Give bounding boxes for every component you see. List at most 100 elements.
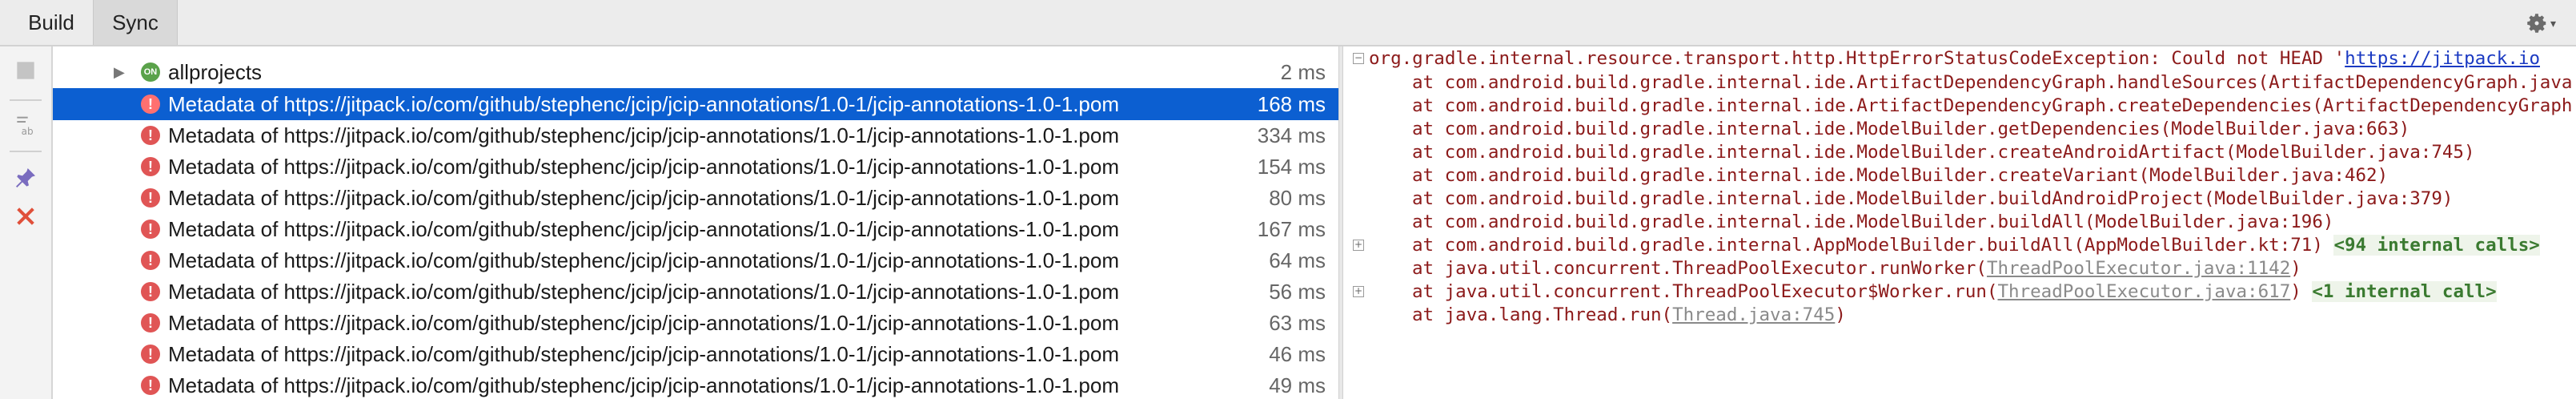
tree-row[interactable]: ! Metadata of https://jitpack.io/com/gith… — [53, 213, 1338, 245]
internal-calls-fold[interactable]: <94 internal calls> — [2333, 235, 2540, 256]
tree-row-label: Metadata of https://jitpack.io/com/githu… — [168, 186, 1120, 210]
exception-line: org.gradle.internal.resource.transport.h… — [1369, 46, 2540, 71]
stack-frame-text: at com.android.build.gradle.internal.ide… — [1412, 212, 2334, 232]
error-icon: ! — [141, 313, 160, 332]
tree-row[interactable]: ! Metadata of https://jitpack.io/com/gith… — [53, 88, 1338, 120]
tree-row-time: 64 ms — [1269, 248, 1326, 272]
toolbar-divider — [10, 151, 42, 152]
stack-frame-text: at com.android.build.gradle.internal.ide… — [1412, 95, 2573, 116]
tree-row[interactable]: ! Metadata of https://jitpack.io/com/gith… — [53, 307, 1338, 339]
source-link[interactable]: ThreadPoolExecutor.java:617 — [1998, 281, 2291, 302]
tree-row-label: Metadata of https://jitpack.io/com/githu… — [168, 248, 1120, 272]
svg-text:ab: ab — [22, 126, 34, 137]
stack-frame-line: at com.android.build.gradle.internal.ide… — [1412, 117, 2409, 141]
internal-calls-fold[interactable]: <1 internal call> — [2312, 281, 2497, 302]
error-icon: ! — [141, 95, 160, 114]
expand-arrow-icon[interactable]: ▶ — [114, 56, 125, 88]
stack-frame-text: at java.lang.Thread.run( — [1412, 304, 1673, 325]
stack-frame-line: at java.lang.Thread.run(Thread.java:745) — [1412, 303, 1846, 327]
close-button[interactable] — [11, 202, 40, 231]
stack-frame-text: at com.android.build.gradle.internal.ide… — [1412, 119, 2410, 139]
error-icon: ! — [141, 188, 160, 208]
tree-row[interactable]: ! Metadata of https://jitpack.io/com/gith… — [53, 276, 1338, 308]
error-icon: ! — [141, 345, 160, 364]
chevron-down-icon: ▾ — [2550, 16, 2557, 30]
console-output[interactable]: − org.gradle.internal.resource.transport… — [1343, 46, 2576, 399]
tree-row-time: 154 ms — [1257, 155, 1326, 179]
tree-row[interactable]: ! Metadata of https://jitpack.io/com/gith… — [53, 338, 1338, 370]
stop-button[interactable] — [11, 56, 40, 85]
stack-frame-line: at com.android.build.gradle.internal.ide… — [1412, 71, 2572, 95]
tree-row-label: allprojects — [168, 60, 263, 84]
stack-frame-text: at com.android.build.gradle.internal.ide… — [1412, 142, 2475, 163]
stop-icon — [17, 62, 34, 79]
tree-row-time: 80 ms — [1269, 186, 1326, 210]
toolbar-divider — [10, 99, 42, 101]
stack-frame-text: at com.android.build.gradle.internal.App… — [1412, 235, 2334, 256]
ok-status-icon: ON — [141, 62, 160, 82]
build-tree: ▶ ON allprojects 2 ms ! Metadata of https… — [53, 46, 1338, 399]
fold-marker-icon[interactable]: + — [1353, 240, 1364, 251]
tab-build[interactable]: Build — [11, 0, 91, 45]
exception-link[interactable]: https://jitpack.io — [2345, 48, 2540, 69]
settings-button[interactable]: ▾ — [2525, 8, 2557, 38]
stack-frame-line: at java.util.concurrent.ThreadPoolExecut… — [1412, 256, 2301, 280]
error-icon: ! — [141, 126, 160, 145]
stack-frame-line: at com.android.build.gradle.internal.App… — [1412, 233, 2540, 257]
stack-frame-line: at com.android.build.gradle.internal.ide… — [1412, 94, 2572, 118]
tree-row[interactable]: ! Metadata of https://jitpack.io/com/gith… — [53, 182, 1338, 214]
tree-row[interactable]: ! Metadata of https://jitpack.io/com/gith… — [53, 119, 1338, 151]
tree-row[interactable]: ! Metadata of https://jitpack.io/com/gith… — [53, 244, 1338, 276]
stack-frame-text: at java.util.concurrent.ThreadPoolExecut… — [1412, 281, 1998, 302]
tree-row-time: 2 ms — [1280, 60, 1326, 84]
stack-frame-tail: ) — [2290, 258, 2301, 279]
stack-frame-text: at com.android.build.gradle.internal.ide… — [1412, 72, 2573, 93]
stack-frame-text: at com.android.build.gradle.internal.ide… — [1412, 165, 2389, 186]
tree-row-time: 167 ms — [1257, 217, 1326, 241]
stack-frame-line: at com.android.build.gradle.internal.ide… — [1412, 140, 2475, 164]
close-icon — [17, 208, 34, 225]
error-icon: ! — [141, 376, 160, 395]
tree-row-time: 49 ms — [1269, 373, 1326, 397]
tree-row-label: Metadata of https://jitpack.io/com/githu… — [168, 217, 1120, 241]
tree-row[interactable]: ! Metadata of https://jitpack.io/com/gith… — [53, 151, 1338, 183]
stack-frame-tail: ) — [2290, 281, 2313, 302]
stack-frame-text: at java.util.concurrent.ThreadPoolExecut… — [1412, 258, 1987, 279]
tree-row-label: Metadata of https://jitpack.io/com/githu… — [168, 373, 1120, 397]
exception-text: org.gradle.internal.resource.transport.h… — [1369, 48, 2345, 69]
source-link[interactable]: Thread.java:745 — [1672, 304, 1835, 325]
pin-icon — [16, 168, 35, 187]
fold-marker-icon[interactable]: + — [1353, 286, 1364, 297]
error-icon: ! — [141, 157, 160, 176]
tab-sync[interactable]: Sync — [93, 0, 178, 45]
stack-frame-text: at com.android.build.gradle.internal.ide… — [1412, 188, 2454, 209]
tree-row-time: 46 ms — [1269, 342, 1326, 366]
stack-frame-line: at com.android.build.gradle.internal.ide… — [1412, 210, 2333, 234]
gear-icon — [2527, 14, 2546, 33]
stack-frame-line: at com.android.build.gradle.internal.ide… — [1412, 187, 2453, 211]
error-icon: ! — [141, 251, 160, 270]
tree-row-label: Metadata of https://jitpack.io/com/githu… — [168, 155, 1120, 179]
fold-marker-icon[interactable]: − — [1353, 53, 1364, 64]
tree-row[interactable]: ! Metadata of https://jitpack.io/com/gith… — [53, 369, 1338, 399]
tree-row-label: Metadata of https://jitpack.io/com/githu… — [168, 123, 1120, 147]
source-link[interactable]: ThreadPoolExecutor.java:1142 — [1987, 258, 2290, 279]
tree-row-time: 168 ms — [1257, 92, 1326, 116]
error-icon: ! — [141, 220, 160, 239]
error-icon: ! — [141, 282, 160, 301]
tree-row-time: 56 ms — [1269, 280, 1326, 304]
pin-button[interactable] — [11, 163, 40, 192]
build-toolbar: ab — [0, 46, 53, 399]
filter-button[interactable]: ab — [11, 111, 40, 139]
tree-row-label: Metadata of https://jitpack.io/com/githu… — [168, 92, 1120, 116]
tree-row-time: 63 ms — [1269, 311, 1326, 335]
tree-row-label: Metadata of https://jitpack.io/com/githu… — [168, 311, 1120, 335]
tool-window-tabbar: Build Sync ▾ — [0, 0, 2576, 46]
tree-row-label: Metadata of https://jitpack.io/com/githu… — [168, 280, 1120, 304]
tree-row-time: 334 ms — [1257, 123, 1326, 147]
tree-row-label: Metadata of https://jitpack.io/com/githu… — [168, 342, 1120, 366]
stack-frame-line: at java.util.concurrent.ThreadPoolExecut… — [1412, 280, 2497, 304]
stack-frame-tail: ) — [1835, 304, 1846, 325]
tree-row-allprojects[interactable]: ▶ ON allprojects 2 ms — [53, 56, 1338, 88]
stack-frame-line: at com.android.build.gradle.internal.ide… — [1412, 163, 2388, 187]
